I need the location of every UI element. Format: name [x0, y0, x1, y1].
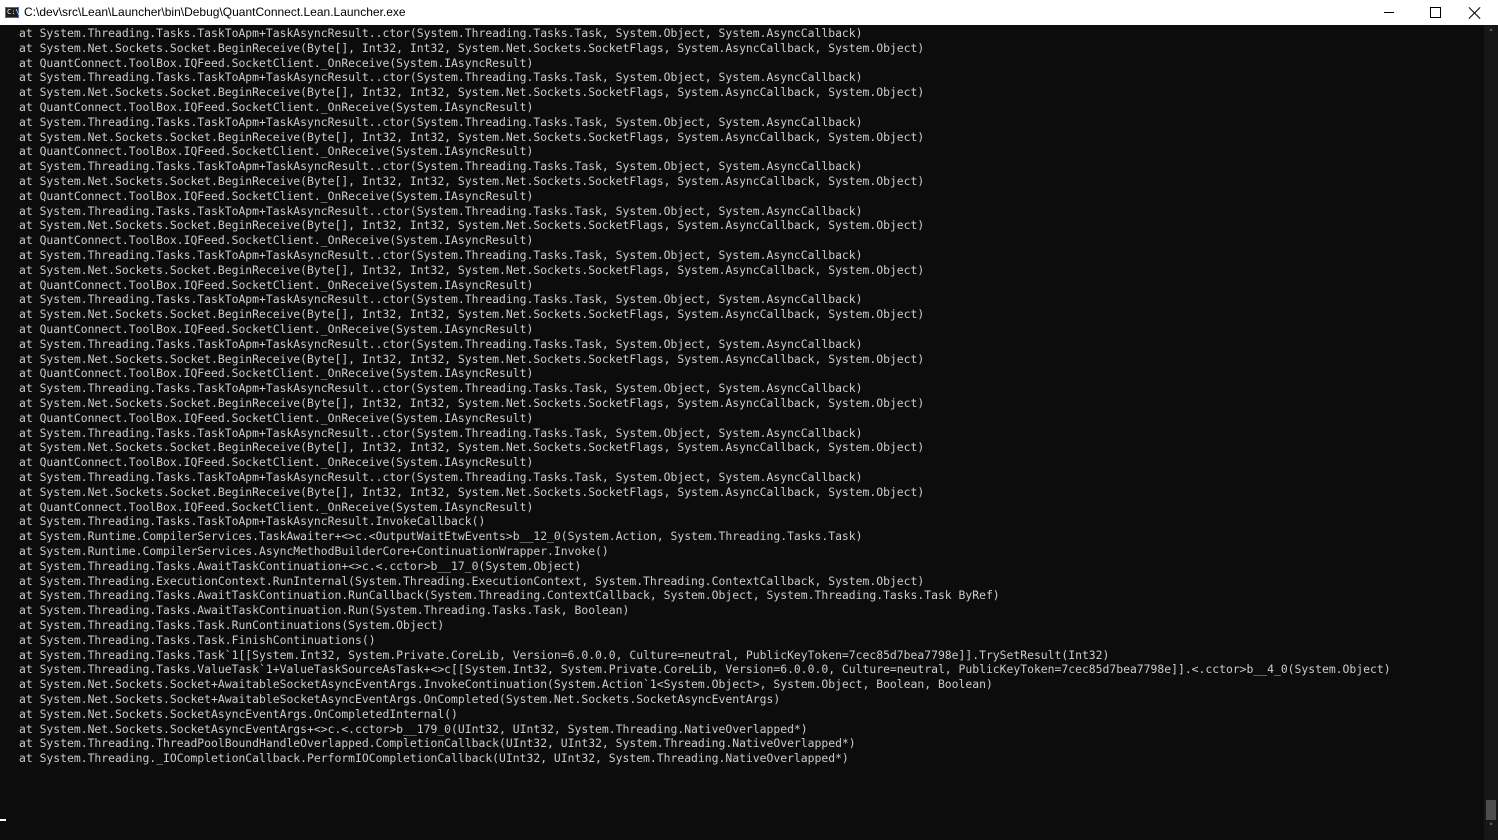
console-line: at System.Net.Sockets.Socket+AwaitableSo… — [19, 677, 993, 692]
maximize-icon — [1429, 7, 1441, 18]
console-line: at System.Threading.Tasks.Task`1[[System… — [19, 647, 1110, 662]
console-line: at System.Runtime.CompilerServices.Async… — [19, 544, 609, 558]
console-line: at System.Threading.Tasks.ValueTask`1+Va… — [19, 662, 1391, 677]
console-line: at System.Threading.Tasks.TaskToApm+Task… — [19, 470, 863, 484]
console-line: at System.Threading.Tasks.TaskToApm+Task… — [19, 70, 863, 85]
console-line: at QuantConnect.ToolBox.IQFeed.SocketCli… — [19, 55, 534, 70]
console-line: at System.Threading.Tasks.TaskToApm+Task… — [19, 381, 863, 396]
console-line: at System.Threading.Tasks.AwaitTaskConti… — [19, 603, 630, 618]
console-line: at System.Threading.Tasks.TaskToApm+Task… — [19, 203, 863, 218]
console-line: at System.Net.Sockets.Socket.BeginReceiv… — [19, 174, 925, 188]
console-line: at System.Threading.Tasks.TaskToApm+Task… — [19, 26, 863, 40]
console-line: at System.Net.Sockets.Socket+AwaitableSo… — [19, 692, 781, 706]
minimize-icon — [1384, 12, 1394, 13]
console-line: at System.Net.Sockets.Socket.BeginReceiv… — [19, 129, 925, 144]
console-line: at QuantConnect.ToolBox.IQFeed.SocketCli… — [19, 322, 534, 336]
console-line: at System.Threading.ExecutionContext.Run… — [19, 573, 925, 588]
console-line: at QuantConnect.ToolBox.IQFeed.SocketCli… — [19, 410, 534, 425]
scroll-up-arrow-icon[interactable]: ˄ — [1484, 26, 1498, 42]
close-icon — [1469, 7, 1481, 19]
console-line: at System.Net.Sockets.Socket.BeginReceiv… — [19, 85, 925, 100]
console-line: at System.Threading.Tasks.TaskToApm+Task… — [19, 514, 486, 529]
minimize-button[interactable] — [1366, 0, 1412, 25]
console-line: at System.Net.Sockets.Socket.BeginReceiv… — [19, 396, 925, 410]
console-line: at System.Threading.Tasks.AwaitTaskConti… — [19, 588, 1000, 603]
console-line: at System.Net.Sockets.Socket.BeginReceiv… — [19, 262, 925, 277]
console-line: at System.Net.Sockets.Socket.BeginReceiv… — [19, 40, 925, 55]
scrollbar-thumb[interactable] — [1486, 800, 1496, 820]
console-line: at QuantConnect.ToolBox.IQFeed.SocketCli… — [19, 499, 534, 514]
console-line: at System.Net.Sockets.Socket.BeginReceiv… — [19, 484, 925, 499]
console-line: at System.Threading.Tasks.TaskToApm+Task… — [19, 336, 863, 351]
scroll-down-arrow-icon[interactable]: ˅ — [1484, 820, 1498, 836]
console-line: at System.Net.Sockets.SocketAsyncEventAr… — [19, 721, 808, 736]
console-line: at QuantConnect.ToolBox.IQFeed.SocketCli… — [19, 144, 534, 159]
close-button[interactable] — [1452, 0, 1498, 25]
console-line: at System.Threading._IOCompletionCallbac… — [19, 751, 849, 766]
console-line: at System.Net.Sockets.Socket.BeginReceiv… — [19, 351, 925, 366]
console-line: at System.Threading.Tasks.TaskToApm+Task… — [19, 114, 863, 129]
console-line: at System.Net.Sockets.Socket.BeginReceiv… — [19, 218, 925, 233]
console-output[interactable]: at System.Threading.Tasks.TaskToApm+Task… — [0, 25, 1484, 840]
console-line: at QuantConnect.ToolBox.IQFeed.SocketCli… — [19, 455, 534, 470]
console-line: at QuantConnect.ToolBox.IQFeed.SocketCli… — [19, 188, 534, 203]
console-line: at System.Threading.Tasks.AwaitTaskConti… — [19, 558, 582, 573]
console-line: at System.Threading.Tasks.TaskToApm+Task… — [19, 159, 863, 174]
console-line: at QuantConnect.ToolBox.IQFeed.SocketCli… — [19, 277, 534, 292]
text-cursor — [0, 819, 6, 821]
console-line: at System.Threading.Tasks.Task.RunContin… — [19, 618, 445, 632]
window-title: C:\dev\src\Lean\Launcher\bin\Debug\Quant… — [24, 5, 406, 19]
console-line: at QuantConnect.ToolBox.IQFeed.SocketCli… — [19, 366, 534, 381]
console-line: at System.Net.Sockets.Socket.BeginReceiv… — [19, 307, 925, 322]
console-line: at QuantConnect.ToolBox.IQFeed.SocketCli… — [19, 100, 534, 114]
vertical-scrollbar[interactable]: ˄ ˅ — [1484, 25, 1498, 840]
window-title-bar[interactable]: C:\ C:\dev\src\Lean\Launcher\bin\Debug\Q… — [0, 0, 1498, 25]
console-line: at System.Threading.Tasks.Task.FinishCon… — [19, 632, 376, 647]
console-line: at System.Net.Sockets.SocketAsyncEventAr… — [19, 706, 458, 721]
console-line: at System.Threading.Tasks.TaskToApm+Task… — [19, 425, 863, 440]
console-line: at System.Net.Sockets.Socket.BeginReceiv… — [19, 440, 925, 455]
console-line: at QuantConnect.ToolBox.IQFeed.SocketCli… — [19, 233, 534, 248]
console-line: at System.Threading.Tasks.TaskToApm+Task… — [19, 292, 863, 307]
console-line: at System.Runtime.CompilerServices.TaskA… — [19, 529, 863, 544]
console-app-icon[interactable]: C:\ — [5, 7, 20, 18]
console-line: at System.Threading.ThreadPoolBoundHandl… — [19, 736, 856, 751]
console-line: at System.Threading.Tasks.TaskToApm+Task… — [19, 248, 863, 262]
